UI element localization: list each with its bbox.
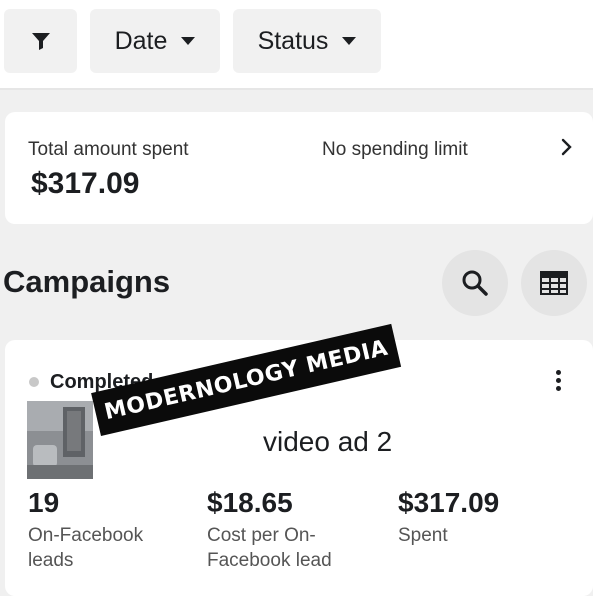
filter-bar: Date Status xyxy=(0,0,593,90)
date-filter-dropdown[interactable]: Date xyxy=(90,9,220,73)
status-dot xyxy=(29,377,39,387)
status-filter-label: Status xyxy=(257,26,329,55)
search-icon xyxy=(462,270,488,296)
spending-summary-card[interactable]: Total amount spent $317.09 No spending l… xyxy=(5,112,593,224)
table-columns-icon xyxy=(540,271,568,295)
date-filter-label: Date xyxy=(114,26,168,55)
chevron-right-icon[interactable] xyxy=(560,136,574,164)
ad-name: video ad 2 xyxy=(263,426,393,457)
filter-button[interactable] xyxy=(4,9,77,73)
metric-cost-label: Cost per On-Facebook lead xyxy=(207,525,332,571)
total-spent-label: Total amount spent xyxy=(28,139,189,160)
metric-leads-label: On-Facebook leads xyxy=(28,525,144,571)
total-spent-value: $317.09 xyxy=(31,167,140,200)
filter-funnel-icon xyxy=(31,33,50,50)
metric-spent-value: $317.09 xyxy=(398,487,500,518)
caret-down-icon xyxy=(181,37,196,45)
metric-spent-label: Spent xyxy=(398,525,448,546)
columns-button[interactable] xyxy=(521,250,587,316)
metric-cost-value: $18.65 xyxy=(207,487,293,518)
caret-down-icon xyxy=(342,37,357,45)
campaigns-heading: Campaigns xyxy=(3,264,171,299)
ad-thumbnail xyxy=(27,401,93,479)
spending-limit-text: No spending limit xyxy=(322,139,468,160)
metric-leads-value: 19 xyxy=(28,487,60,518)
status-filter-dropdown[interactable]: Status xyxy=(233,9,381,73)
more-options-icon[interactable] xyxy=(556,370,562,394)
search-button[interactable] xyxy=(442,250,508,316)
